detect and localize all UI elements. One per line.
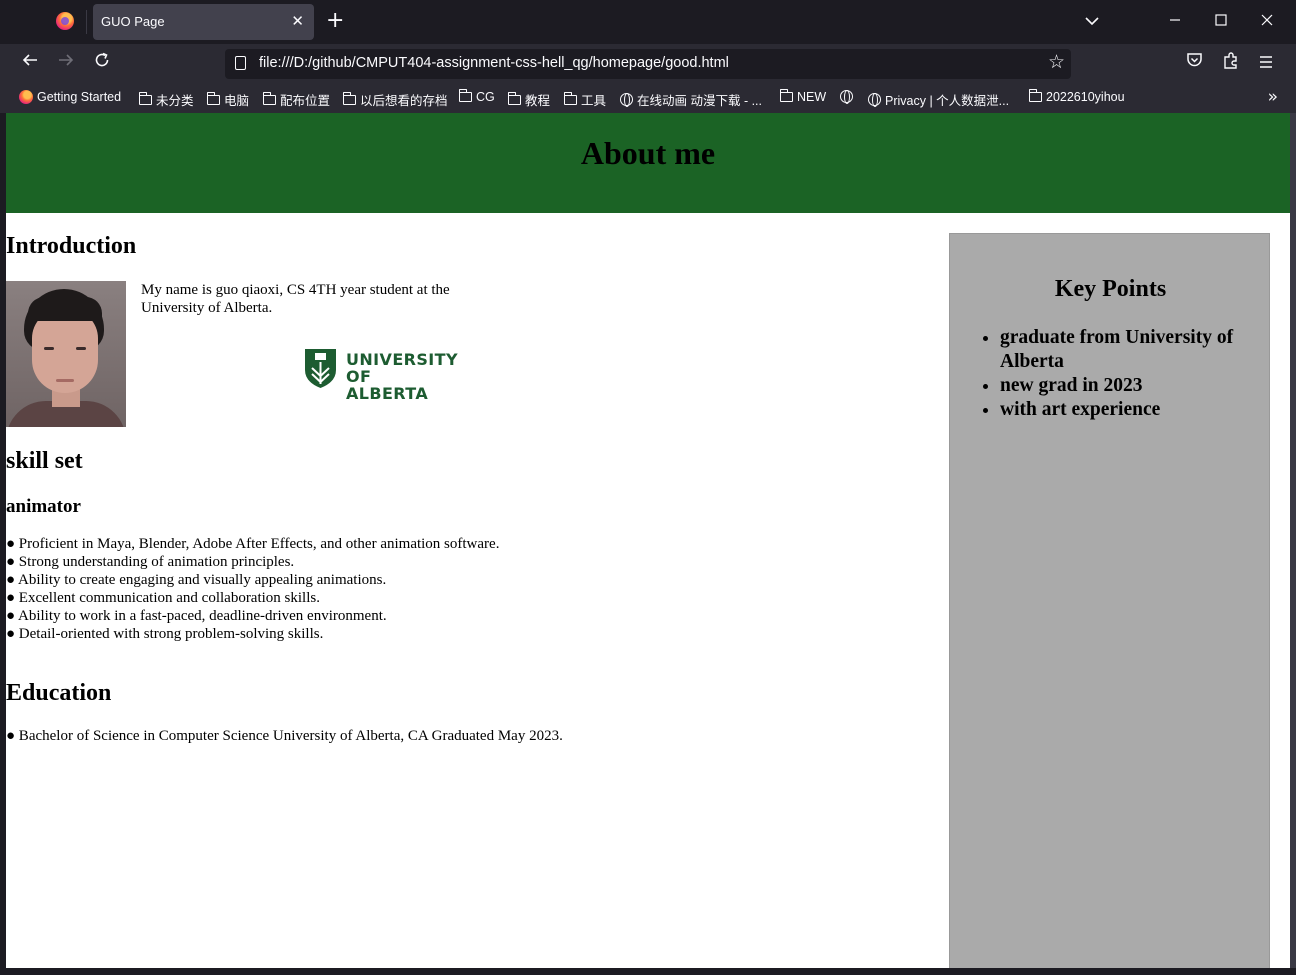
folder-icon	[779, 89, 793, 102]
page-title: About me	[580, 135, 716, 171]
bookmark-folder[interactable]: 电脑	[206, 90, 250, 109]
page-header: About me	[6, 113, 1290, 213]
tab-active[interactable]: GUO Page ✕	[93, 4, 314, 40]
key-points-heading: Key Points	[1054, 276, 1167, 302]
profile-photo	[6, 281, 126, 427]
pocket-icon[interactable]	[1182, 52, 1206, 74]
bookmark-getting-started[interactable]: Getting Started	[19, 90, 121, 104]
key-point-item: new grad in 2023	[1000, 374, 1260, 398]
bookmark-label: 配布位置	[280, 94, 331, 108]
bookmark-folder[interactable]: 未分类	[138, 90, 194, 109]
reload-icon[interactable]	[90, 52, 114, 74]
skill-item: ● Strong understanding of animation prin…	[6, 554, 295, 570]
maximize-icon[interactable]	[1210, 10, 1232, 32]
skill-item: ● Ability to create engaging and visuall…	[6, 572, 387, 588]
bookmark-link[interactable]	[840, 90, 853, 104]
minimize-icon[interactable]	[1164, 10, 1186, 32]
new-tab-button[interactable]: +	[326, 10, 344, 32]
window-edge-right	[1290, 113, 1296, 975]
bookmark-folder[interactable]: NEW	[779, 89, 827, 104]
globe-icon	[840, 90, 853, 104]
skill-item: ● Detail-oriented with strong problem-so…	[6, 626, 324, 642]
tab-title: GUO Page	[101, 14, 165, 29]
skill-item: ● Proficient in Maya, Blender, Adobe Aft…	[6, 536, 500, 552]
firefox-icon	[19, 90, 33, 104]
bookmark-label: 以后想看的存档	[360, 94, 448, 108]
bookmark-folder[interactable]: 以后想看的存档	[342, 90, 448, 109]
bookmark-star-icon[interactable]: ☆	[1048, 51, 1065, 73]
key-point-item: with art experience	[1000, 398, 1260, 422]
bookmark-label: Privacy | 个人数据泄...	[885, 94, 1010, 108]
bookmark-label: 2022610yihou	[1046, 90, 1125, 104]
logo-text-line2: OF ALBERTA	[346, 367, 429, 403]
globe-icon	[620, 93, 633, 107]
bookmark-label: 电脑	[224, 94, 250, 108]
folder-icon	[458, 89, 472, 102]
folder-icon	[138, 91, 152, 105]
globe-icon	[868, 93, 881, 107]
introduction-heading: Introduction	[6, 233, 137, 259]
bookmark-link[interactable]: 在线动画 动漫下载 - ...	[620, 90, 762, 109]
url-text[interactable]: file:///D:/github/CMPUT404-assignment-cs…	[259, 55, 729, 71]
bookmark-label: 教程	[525, 94, 551, 108]
url-bar[interactable]: file:///D:/github/CMPUT404-assignment-cs…	[225, 49, 1071, 79]
skill-list: ● Proficient in Maya, Blender, Adobe Aft…	[6, 535, 499, 643]
page-viewport: About me Introduction My name is guo qia…	[6, 113, 1290, 968]
folder-icon	[206, 91, 220, 105]
bookmark-label: 未分类	[156, 94, 194, 108]
tab-separator	[86, 10, 87, 34]
navigation-toolbar: file:///D:/github/CMPUT404-assignment-cs…	[0, 44, 1296, 84]
close-window-icon[interactable]	[1256, 10, 1278, 32]
bookmarks-toolbar: Getting Started 未分类 电脑 配布位置 以后想看的存档 CG 教…	[0, 84, 1296, 113]
folder-icon	[262, 91, 276, 105]
firefox-view-icon[interactable]	[56, 12, 74, 30]
education-item: ● Bachelor of Science in Computer Scienc…	[6, 728, 563, 744]
skill-set-heading: skill set	[6, 448, 83, 474]
bookmark-folder[interactable]: 配布位置	[262, 90, 331, 109]
tab-close-icon[interactable]: ✕	[291, 12, 304, 30]
animator-heading: animator	[6, 496, 81, 517]
bookmark-folder[interactable]: 教程	[507, 90, 551, 109]
page-icon	[235, 56, 246, 70]
bookmark-label: NEW	[797, 90, 827, 104]
folder-icon	[563, 91, 577, 105]
list-all-tabs-icon[interactable]	[1081, 10, 1103, 32]
bookmark-folder[interactable]: 工具	[563, 90, 607, 109]
bookmark-label: 工具	[581, 94, 607, 108]
forward-arrow-icon[interactable]	[54, 52, 78, 74]
window-edge-bottom	[0, 968, 1296, 975]
tab-bar: GUO Page ✕ +	[0, 0, 1296, 44]
bookmark-link[interactable]: Privacy | 个人数据泄...	[868, 90, 1009, 109]
bookmark-label: CG	[476, 90, 495, 104]
skill-item: ● Excellent communication and collaborat…	[6, 590, 320, 606]
key-points-list: graduate from University of Alberta new …	[1000, 326, 1260, 422]
bookmarks-overflow-chevron-icon[interactable]: »	[1268, 87, 1278, 107]
university-of-alberta-logo: UNIVERSITY OF ALBERTA	[304, 348, 459, 402]
folder-icon	[342, 91, 356, 105]
education-heading: Education	[6, 680, 112, 706]
bookmark-folder[interactable]: 2022610yihou	[1028, 89, 1125, 104]
back-arrow-icon[interactable]	[18, 52, 42, 74]
ua-shield-icon	[305, 349, 336, 388]
bookmark-folder[interactable]: CG	[458, 89, 495, 104]
skill-item: ● Ability to work in a fast-paced, deadl…	[6, 608, 387, 624]
logo-text-line1: UNIVERSITY	[346, 350, 458, 369]
menu-icon[interactable]	[1254, 52, 1278, 74]
extensions-icon[interactable]	[1218, 52, 1242, 75]
bookmark-label: 在线动画 动漫下载 - ...	[637, 94, 763, 108]
folder-icon	[507, 91, 521, 105]
key-points-sidebar: Key Points graduate from University of A…	[949, 233, 1270, 968]
bookmark-label: Getting Started	[37, 90, 122, 104]
introduction-text: My name is guo qiaoxi, CS 4TH year stude…	[141, 282, 450, 316]
key-point-item: graduate from University of Alberta	[1000, 326, 1260, 374]
folder-icon	[1028, 89, 1042, 102]
